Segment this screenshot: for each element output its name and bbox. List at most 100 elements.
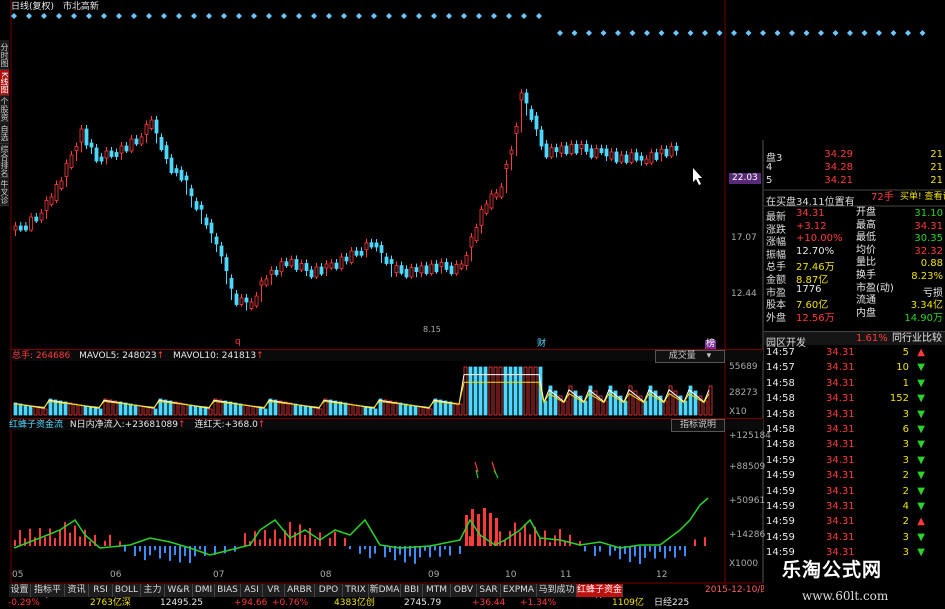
trade-volume: 152: [889, 393, 909, 405]
flow-bar: [584, 546, 586, 552]
signal-diamond: [221, 13, 227, 19]
event-label-bang[interactable]: 榜: [705, 340, 717, 349]
x-tick-label: 10: [505, 570, 517, 580]
indicator-tab[interactable]: BOLL: [113, 584, 141, 597]
quote-key: 最高: [856, 219, 876, 231]
candle-body: [609, 151, 614, 160]
left-tab-0[interactable]: 分时图: [0, 40, 9, 70]
book-banner-link[interactable]: 买单! 查看详细: [900, 193, 945, 202]
x-tick-label: 08: [320, 570, 332, 580]
candle-body: [18, 225, 23, 231]
indicator-tab[interactable]: VR: [263, 584, 285, 597]
quote-row: 股本 7.60亿 流通 3.34亿: [764, 296, 945, 312]
trade-volume: 3: [902, 531, 909, 543]
candle-body: [659, 148, 664, 154]
price-tick-3: 12.44: [731, 289, 757, 299]
indicator-tab[interactable]: MTM: [423, 584, 451, 597]
indicator-tab[interactable]: W&R: [165, 584, 193, 597]
candle-body: [634, 152, 639, 161]
indicator-tab[interactable]: ARBR: [285, 584, 315, 597]
indicator-tab[interactable]: OBV: [451, 584, 477, 597]
indicator-tab[interactable]: 主力: [141, 584, 165, 597]
trade-volume: 5: [902, 347, 909, 358]
signal-diamond: [401, 13, 407, 19]
candle-body: [639, 155, 644, 161]
left-tab-3[interactable]: 自选股: [0, 122, 9, 144]
indicator-tab[interactable]: SAR: [477, 584, 501, 597]
sector-compare-link[interactable]: 同行业比较: [892, 334, 942, 344]
flow-bar: [594, 546, 596, 557]
flow-bar: [429, 546, 431, 558]
candle-body: [159, 136, 164, 151]
flow-bar: [299, 524, 301, 546]
trade-row: 14:58 34.31 6 ▼: [764, 423, 945, 436]
candle-body: [124, 145, 129, 152]
indicator-tab[interactable]: DMI: [193, 584, 215, 597]
candle-body: [69, 154, 74, 168]
arrow-up-icon: ▲: [917, 516, 925, 528]
candle-body: [454, 263, 459, 275]
indicator-tab[interactable]: DPO: [315, 584, 343, 597]
x-tick-label: 07: [213, 570, 225, 580]
flow-bar: [19, 530, 21, 546]
indicator-tab[interactable]: BIAS: [215, 584, 241, 597]
quote-value: 1776: [796, 283, 822, 295]
left-tab-1[interactable]: K线图: [0, 70, 9, 96]
candle-body: [289, 259, 294, 267]
indicator-tab[interactable]: ASI: [241, 584, 263, 597]
candle-body: [179, 169, 184, 181]
left-tab-2[interactable]: 个股资料: [0, 96, 9, 122]
flow-unit: X1000: [729, 559, 759, 569]
volume-bar: [358, 405, 363, 416]
flow-bar: [44, 537, 46, 546]
signal-diamond: [341, 13, 347, 19]
quote-value: +10.00%: [796, 233, 843, 245]
candle-body: [349, 250, 354, 263]
price-tick-2: 17.07: [731, 233, 757, 243]
signal-diamond: [266, 13, 272, 19]
mouse-cursor-icon: [693, 168, 702, 185]
event-label-q[interactable]: q: [235, 338, 241, 347]
volume-bar: [98, 408, 103, 416]
trade-row: 14:59 34.31 2 ▼: [764, 469, 945, 482]
event-label-cai[interactable]: 财: [537, 340, 546, 349]
volume-bar: [398, 402, 403, 416]
volume-bar: [178, 402, 183, 416]
signal-diamond: [161, 13, 167, 19]
indicator-tab[interactable]: TRIX: [343, 584, 369, 597]
candle-body: [544, 143, 549, 158]
indicator-tab[interactable]: 红蜂子资金流: [577, 584, 623, 608]
indicator-tab[interactable]: 新DMA: [369, 584, 401, 597]
volume-indicator-select[interactable]: 成交量 ▾: [655, 350, 725, 363]
indicator-tab[interactable]: 指标平台: [31, 584, 65, 608]
signal-diamond: [296, 13, 302, 19]
candle-body: [284, 261, 289, 267]
signal-diamond: [326, 13, 332, 19]
trade-price: 34.31: [826, 531, 855, 543]
flow-bar: [679, 546, 681, 551]
indicator-tab[interactable]: 马到成功: [537, 584, 577, 597]
quote-key: 外盘: [766, 312, 786, 324]
candle-body: [269, 269, 274, 275]
quote-key: 开盘: [856, 207, 876, 218]
up-arrow-icon: ↑: [156, 351, 165, 361]
signal-diamond: [86, 13, 92, 19]
trade-price: 34.31: [826, 485, 855, 497]
chart-title[interactable]: 日线(复权): [11, 2, 54, 12]
indicator-tab[interactable]: EXPMA: [501, 584, 537, 597]
indicator-tab[interactable]: 设置: [9, 584, 31, 597]
indicator-help-button[interactable]: 指标说明: [671, 419, 725, 432]
left-tab-5[interactable]: 牛叉诊股: [0, 178, 9, 206]
signal-diamond: [745, 30, 752, 36]
quote-row: 金额 8.87亿 换手 8.23%: [764, 271, 945, 287]
flow-bar: [179, 546, 181, 563]
indicator-tab[interactable]: BBI: [401, 584, 423, 597]
indicator-tab[interactable]: 资讯: [65, 584, 89, 597]
candle-body: [494, 192, 499, 198]
flow-bar: [559, 528, 561, 546]
flow-days-label: 连红天:: [194, 420, 225, 430]
flow-bar: [434, 546, 436, 551]
candle-body: [209, 222, 214, 234]
indicator-tab[interactable]: RSI: [89, 584, 113, 597]
left-tab-4[interactable]: 综合排名: [0, 144, 9, 178]
